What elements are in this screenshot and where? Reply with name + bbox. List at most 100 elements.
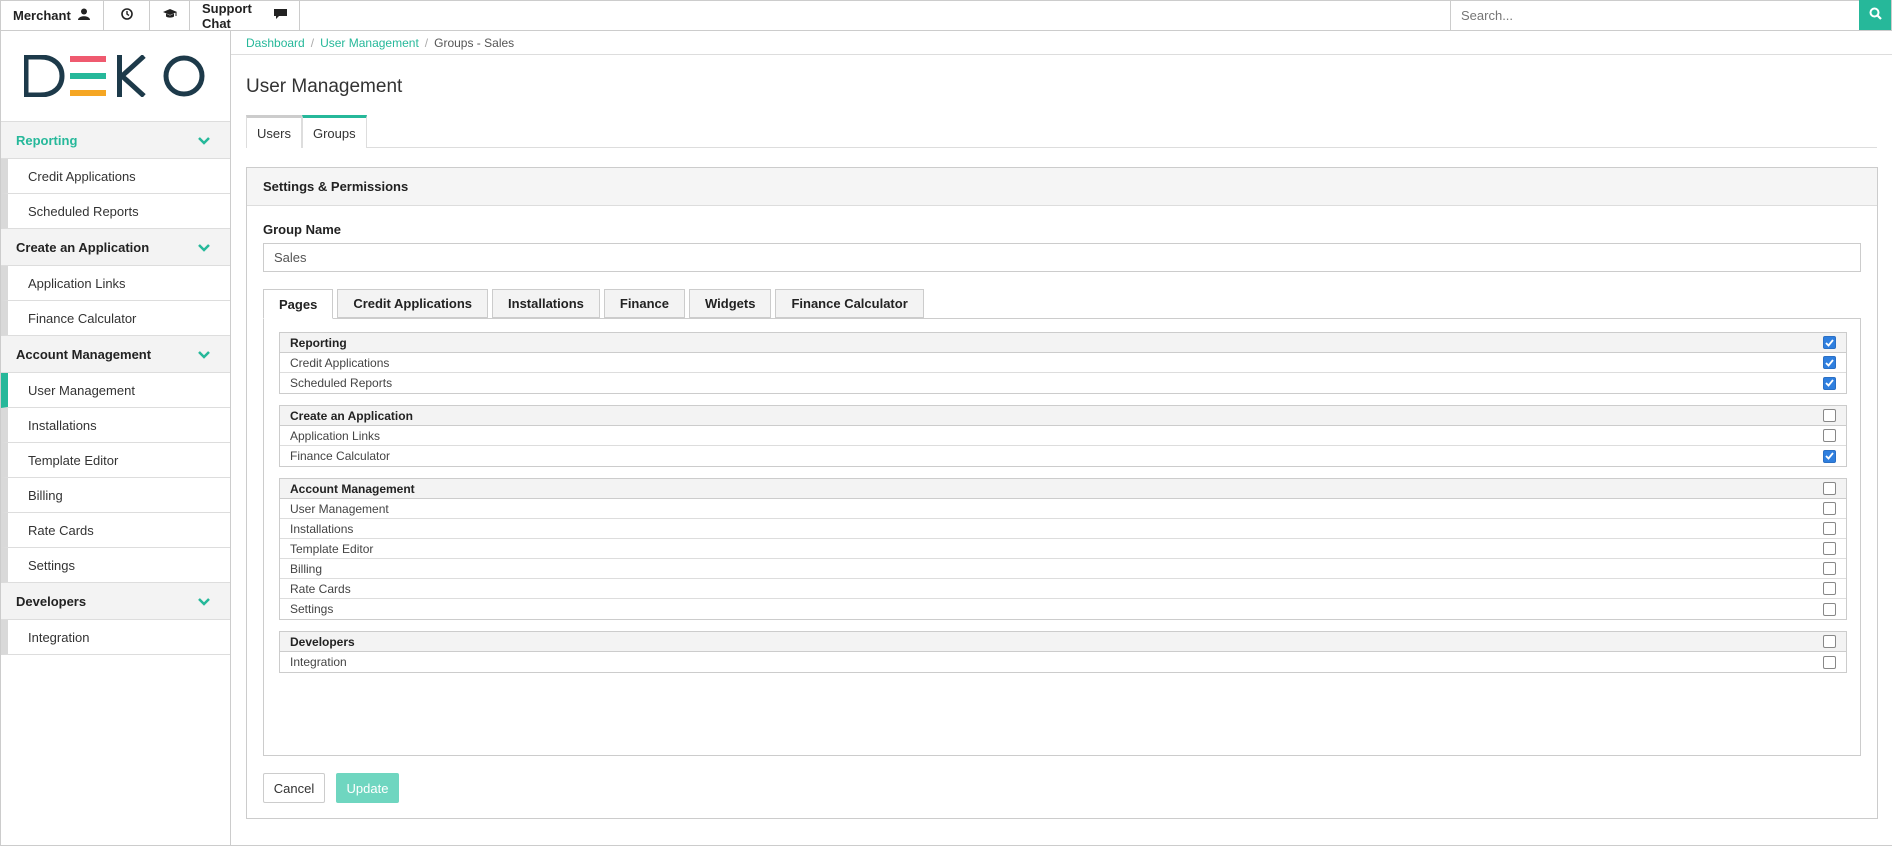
cancel-button[interactable]: Cancel	[263, 773, 325, 803]
tab-users[interactable]: Users	[246, 115, 302, 148]
permission-group-developers: Developers Integration	[279, 631, 1847, 673]
sidebar-item-settings[interactable]: Settings	[1, 548, 230, 583]
checkbox[interactable]	[1823, 449, 1836, 463]
permission-group-header: Create an Application	[280, 406, 1846, 426]
permission-group-header: Developers	[280, 632, 1846, 652]
checkbox[interactable]	[1823, 542, 1836, 555]
permission-label: Billing	[290, 561, 323, 576]
sidebar-item-installations[interactable]: Installations	[1, 408, 230, 443]
sidebar-item-integration[interactable]: Integration	[1, 620, 230, 655]
permission-tabs: Pages Credit Applications Installations …	[263, 289, 1861, 319]
sidebar-item-finance-calculator[interactable]: Finance Calculator	[1, 301, 230, 336]
sidebar: Reporting Credit Applications Scheduled …	[0, 31, 231, 846]
breadcrumb-dashboard-link[interactable]: Dashboard	[246, 36, 305, 50]
sidebar-item-label: Rate Cards	[28, 522, 94, 538]
search-button[interactable]	[1859, 0, 1891, 30]
sidebar-item-application-links[interactable]: Application Links	[1, 266, 230, 301]
sidebar-item-label: Credit Applications	[28, 168, 136, 184]
checkbox[interactable]	[1823, 409, 1836, 422]
permission-row: Credit Applications	[280, 353, 1846, 373]
sidebar-section-account-management[interactable]: Account Management	[1, 336, 230, 373]
main-tabs: Users Groups	[246, 115, 1877, 148]
checkbox[interactable]	[1823, 429, 1836, 442]
tab-installations[interactable]: Installations	[492, 289, 600, 318]
sidebar-item-scheduled-reports[interactable]: Scheduled Reports	[1, 194, 230, 229]
permission-row: Template Editor	[280, 539, 1846, 559]
sidebar-item-billing[interactable]: Billing	[1, 478, 230, 513]
breadcrumb-separator: /	[310, 35, 315, 50]
permission-label: Finance Calculator	[290, 449, 391, 463]
permission-group-header: Reporting	[280, 333, 1846, 353]
chevron-down-icon	[198, 133, 210, 148]
permission-group-label: Developers	[290, 634, 355, 649]
sidebar-item-label: User Management	[28, 382, 135, 398]
search-input[interactable]	[1451, 1, 1859, 30]
history-button[interactable]	[104, 1, 150, 30]
checkbox[interactable]	[1823, 562, 1836, 575]
settings-permissions-panel: Settings & Permissions Group Name Pages …	[246, 167, 1878, 819]
sidebar-item-label: Finance Calculator	[28, 310, 137, 326]
tab-finance-calculator[interactable]: Finance Calculator	[775, 289, 924, 318]
main-content: Dashboard / User Management / Groups - S…	[231, 31, 1892, 846]
search-icon	[1869, 7, 1882, 23]
permission-group-label: Account Management	[290, 481, 415, 496]
sidebar-item-user-management[interactable]: User Management	[1, 373, 230, 408]
pages-permissions: Reporting Credit Applications Scheduled …	[263, 319, 1861, 756]
permission-label: Template Editor	[290, 541, 374, 556]
checkbox[interactable]	[1823, 522, 1836, 535]
permission-group-header: Account Management	[280, 479, 1846, 499]
sidebar-section-create-application[interactable]: Create an Application	[1, 229, 230, 266]
checkbox[interactable]	[1823, 655, 1836, 669]
sidebar-item-template-editor[interactable]: Template Editor	[1, 443, 230, 478]
checkbox[interactable]	[1823, 356, 1836, 369]
sidebar-item-label: Scheduled Reports	[28, 203, 139, 219]
training-button[interactable]	[150, 1, 190, 30]
permission-label: Application Links	[290, 428, 381, 443]
permission-row: Integration	[280, 652, 1846, 672]
sidebar-section-reporting[interactable]: Reporting	[1, 122, 230, 159]
permission-label: Settings	[290, 602, 334, 616]
clock-icon	[120, 8, 133, 23]
permission-row: Settings	[280, 599, 1846, 619]
tab-pages[interactable]: Pages	[263, 289, 334, 319]
sidebar-section-developers[interactable]: Developers	[1, 583, 230, 620]
chevron-down-icon	[198, 594, 210, 609]
merchant-menu[interactable]: Merchant	[1, 1, 104, 30]
permission-row: Finance Calculator	[280, 446, 1846, 466]
permission-group-create-application: Create an Application Application Links …	[279, 405, 1847, 467]
checkbox[interactable]	[1823, 502, 1836, 515]
group-name-label: Group Name	[263, 222, 342, 237]
permission-label: User Management	[290, 501, 389, 516]
support-chat-button[interactable]: Support Chat	[190, 1, 300, 31]
checkbox[interactable]	[1823, 482, 1836, 495]
tab-credit-applications[interactable]: Credit Applications	[337, 289, 489, 318]
breadcrumb: Dashboard / User Management / Groups - S…	[231, 31, 1892, 55]
group-name-field[interactable]	[263, 243, 1861, 272]
checkbox[interactable]	[1823, 635, 1836, 648]
breadcrumb-user-management-link[interactable]: User Management	[320, 36, 419, 50]
sidebar-item-label: Settings	[28, 557, 75, 573]
sidebar-item-credit-applications[interactable]: Credit Applications	[1, 159, 230, 194]
permission-group-account-management: Account Management User Management Insta…	[279, 478, 1847, 620]
permission-label: Rate Cards	[290, 581, 351, 596]
checkbox[interactable]	[1823, 602, 1836, 616]
tab-widgets[interactable]: Widgets	[689, 289, 772, 318]
permission-row: Installations	[280, 519, 1846, 539]
sidebar-item-label: Template Editor	[28, 452, 119, 468]
tab-groups[interactable]: Groups	[301, 115, 367, 148]
permission-label: Credit Applications	[290, 355, 390, 370]
breadcrumb-separator: /	[424, 35, 429, 50]
tab-finance[interactable]: Finance	[603, 289, 685, 318]
permission-row: Rate Cards	[280, 579, 1846, 599]
user-icon	[77, 8, 90, 23]
deko-logo[interactable]	[1, 31, 230, 122]
sidebar-item-label: Application Links	[28, 275, 126, 291]
logo-image	[23, 55, 204, 97]
sidebar-section-label: Account Management	[16, 346, 152, 362]
checkbox[interactable]	[1823, 582, 1836, 595]
sidebar-item-label: Billing	[28, 487, 63, 503]
update-button[interactable]: Update	[336, 773, 399, 803]
checkbox[interactable]	[1823, 336, 1836, 349]
checkbox[interactable]	[1823, 376, 1836, 390]
sidebar-item-rate-cards[interactable]: Rate Cards	[1, 513, 230, 548]
